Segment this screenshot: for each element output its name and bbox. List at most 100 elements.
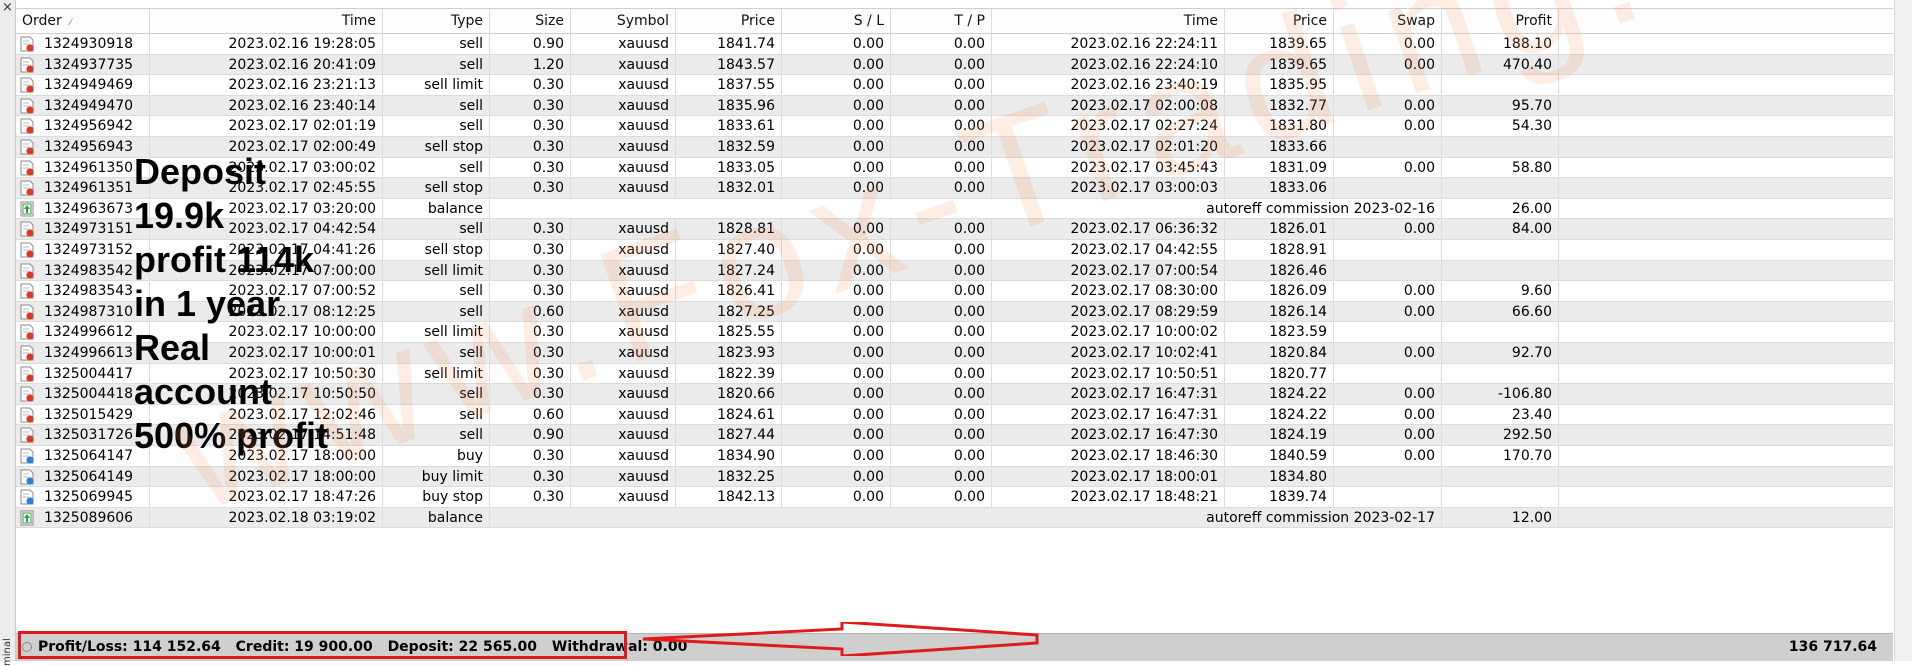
cell-swap: 0.00	[1334, 343, 1442, 363]
column-header-label: Size	[535, 13, 564, 29]
table-row[interactable]: 1324930918 2023.02.16 19:28:05 sell 0.90 xau…	[16, 34, 1893, 55]
cell-profit: 95.70	[1442, 95, 1559, 116]
cell-order: 1324961351	[16, 178, 150, 198]
cell-profit: 58.80	[1442, 157, 1559, 178]
column-header-label: Order	[22, 13, 62, 29]
cell-profit: 23.40	[1442, 404, 1559, 425]
column-header-profit[interactable]: Profit	[1442, 9, 1559, 33]
balance-comment: autoreff commission 2023-02-17	[490, 507, 1442, 528]
cell-profit: 92.70	[1442, 343, 1559, 363]
cell-open-price: 1832.59	[676, 137, 782, 157]
buy-order-icon	[20, 469, 35, 485]
cell-open-time: 2023.02.17 18:47:26	[150, 487, 383, 507]
cell-order: 1325064147	[16, 446, 150, 466]
cell-open-price: 1843.57	[676, 54, 782, 75]
cell-symbol: xauusd	[571, 219, 676, 239]
cell-type: sell	[383, 384, 490, 404]
column-header-label: Symbol	[616, 13, 669, 29]
cell-type: sell stop	[383, 240, 490, 260]
cell-close-time: 2023.02.17 08:29:59	[992, 301, 1225, 322]
order-number: 1324956943	[44, 139, 134, 155]
buy-order-icon	[20, 489, 35, 505]
column-header-label: Price	[740, 13, 775, 29]
cell-order: 1324996613	[16, 343, 150, 363]
cell-open-price: 1833.61	[676, 116, 782, 136]
column-header-open-time[interactable]: Time	[150, 9, 383, 33]
column-header-swap[interactable]: Swap	[1334, 9, 1442, 33]
cell-type: sell stop	[383, 178, 490, 198]
column-header-take-profit[interactable]: T / P	[891, 9, 992, 33]
overlay-line: 19.9k	[134, 195, 225, 236]
column-header-label: S / L	[853, 13, 884, 29]
sell-order-icon	[20, 77, 35, 93]
cell-open-price: 1823.93	[676, 343, 782, 363]
table-row[interactable]: 1324937735 2023.02.16 20:41:09 sell 1.20 xau…	[16, 54, 1893, 76]
cell-size: 0.90	[490, 34, 571, 54]
cell-symbol: xauusd	[571, 487, 676, 507]
order-number: 1324937735	[44, 56, 134, 73]
cell-type: sell	[383, 219, 490, 239]
column-header-type[interactable]: Type	[383, 9, 490, 33]
cell-close-time: 2023.02.17 16:47:30	[992, 425, 1225, 445]
cell-type: sell stop	[383, 137, 490, 157]
cell-swap: 0.00	[1334, 95, 1442, 116]
cell-close-time: 2023.02.17 03:00:03	[992, 178, 1225, 198]
cell-profit	[1442, 363, 1559, 384]
cell-type: sell	[383, 95, 490, 116]
cell-order: 1324973152	[16, 240, 150, 260]
overlay-line: in 1 year	[134, 283, 281, 324]
cell-order: 1324930918	[16, 34, 150, 54]
table-row[interactable]: 1324949470 2023.02.16 23:40:14 sell 0.30 xau…	[16, 95, 1893, 117]
cell-size: 0.30	[490, 240, 571, 260]
column-header-open-price[interactable]: Price	[676, 9, 782, 33]
cell-type: sell	[383, 54, 490, 75]
table-row[interactable]: 1324956942 2023.02.17 02:01:19 sell 0.30 xau…	[16, 116, 1893, 137]
cell-open-price: 1824.61	[676, 404, 782, 425]
cell-profit: 470.40	[1442, 54, 1559, 75]
cell-close-price: 1833.66	[1225, 137, 1334, 157]
column-header-stop-loss[interactable]: S / L	[782, 9, 891, 33]
balance-icon	[20, 201, 35, 217]
promo-overlay-text: Deposit 19.9k profit 114k in 1 year Real acco…	[134, 150, 384, 458]
order-number: 1325031726	[44, 427, 134, 444]
sell-order-icon	[20, 366, 35, 382]
table-row[interactable]: 1325069945 2023.02.17 18:47:26 buy stop 0.3…	[16, 487, 1893, 508]
cell-symbol: xauusd	[571, 95, 676, 116]
total-profit-value: 136 717.64	[1788, 639, 1877, 655]
cell-close-price: 1826.14	[1225, 301, 1334, 322]
cell-order: 1325064149	[16, 466, 150, 487]
cell-open-price: 1832.01	[676, 178, 782, 198]
column-header-size[interactable]: Size	[490, 9, 571, 33]
cell-symbol: xauusd	[571, 281, 676, 301]
cell-stop-loss: 0.00	[782, 137, 891, 157]
table-row[interactable]: 1324949469 2023.02.16 23:21:13 sell limit 0…	[16, 75, 1893, 96]
close-icon[interactable]: ×	[1, 1, 14, 15]
cell-stop-loss: 0.00	[782, 219, 891, 239]
overlay-line: Real	[134, 327, 211, 368]
cell-size: 0.30	[490, 322, 571, 342]
column-header-close-price[interactable]: Price	[1225, 9, 1334, 33]
cell-take-profit: 0.00	[891, 178, 992, 198]
terminal-side-panel: × minal	[0, 0, 16, 666]
arrow-annotation	[642, 622, 1039, 656]
column-header-order[interactable]: Order ⁄	[16, 9, 150, 33]
cell-close-price: 1831.80	[1225, 116, 1334, 136]
vertical-scrollbar[interactable]	[1894, 0, 1912, 661]
cell-swap: 0.00	[1334, 116, 1442, 136]
column-header-symbol[interactable]: Symbol	[571, 9, 676, 33]
cell-profit: 188.10	[1442, 34, 1559, 54]
sell-order-icon	[20, 242, 35, 258]
column-header-close-time[interactable]: Time	[992, 9, 1225, 33]
cell-take-profit: 0.00	[891, 322, 992, 342]
sort-icon: ⁄	[69, 18, 72, 28]
balance-icon	[20, 510, 35, 526]
cell-type: buy	[383, 446, 490, 466]
cell-order: 1324983542	[16, 260, 150, 281]
cell-open-price: 1820.66	[676, 384, 782, 404]
cell-close-price: 1831.09	[1225, 157, 1334, 178]
cell-stop-loss: 0.00	[782, 363, 891, 384]
cell-profit	[1442, 260, 1559, 281]
table-row[interactable]: 1325089606 2023.02.18 03:19:02 balance auto…	[16, 507, 1893, 529]
cell-open-price: 1834.90	[676, 446, 782, 466]
table-row[interactable]: 1325064149 2023.02.17 18:00:00 buy limit 0.…	[16, 466, 1893, 488]
